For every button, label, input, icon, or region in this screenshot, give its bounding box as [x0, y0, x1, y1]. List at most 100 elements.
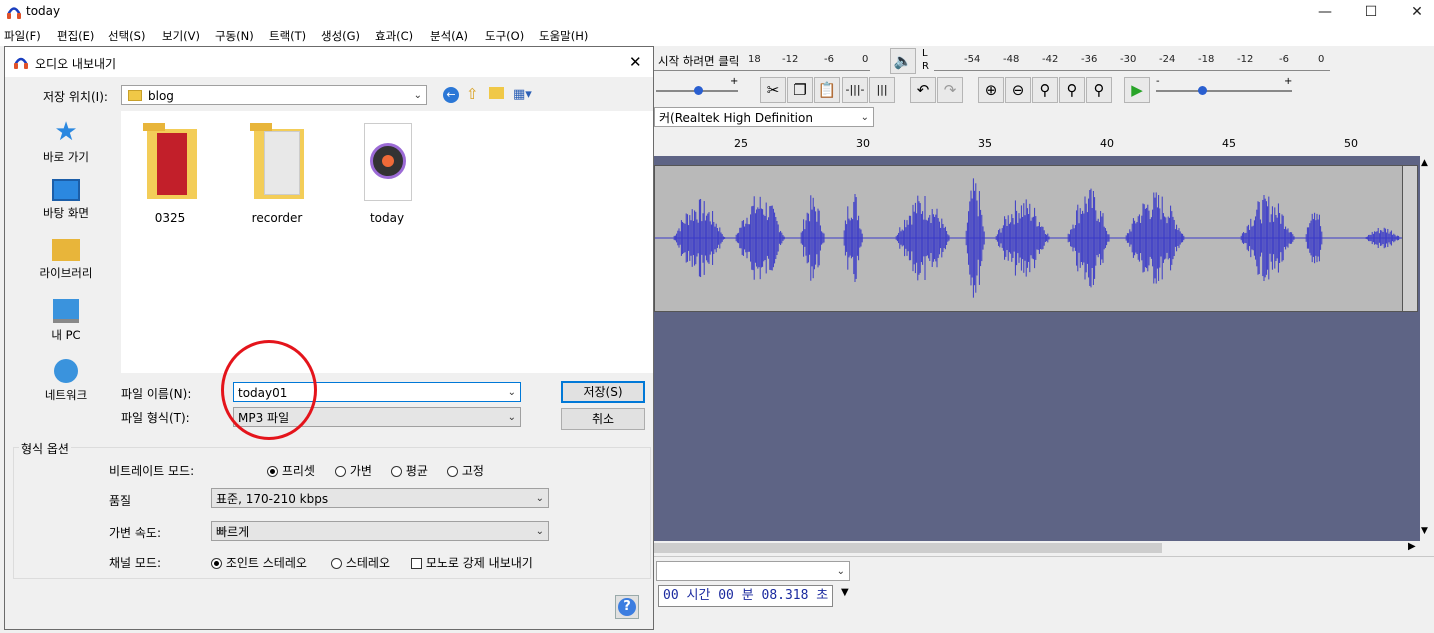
fit-project-icon[interactable]: ⚲ — [1059, 77, 1085, 103]
close-window-button[interactable]: ✕ — [1394, 2, 1434, 22]
radio-icon — [211, 558, 222, 569]
menu-analyze[interactable]: 분석(A) — [430, 28, 468, 44]
file-list[interactable]: 0325 recorder today — [121, 111, 653, 373]
folder-icon — [143, 123, 197, 199]
save-button[interactable]: 저장(S) — [561, 381, 645, 403]
silence-audio-icon[interactable]: ||| — [869, 77, 895, 103]
playback-device-combo[interactable]: 커(Realtek High Definition ⌄ — [654, 107, 874, 127]
trim-audio-icon[interactable]: ‐|||‐ — [842, 77, 868, 103]
record-meter-tick: -12 — [782, 54, 799, 65]
scroll-right-icon[interactable]: ▶ — [1408, 541, 1416, 552]
bitrate-radio-average[interactable]: 평균 — [391, 462, 428, 479]
variable-speed-select[interactable]: 빠르게 ⌄ — [211, 521, 549, 541]
bitrate-radio-variable[interactable]: 가변 — [335, 462, 372, 479]
star-icon: ★ — [54, 117, 78, 147]
zoom-out-icon[interactable]: ⊖ — [1005, 77, 1031, 103]
help-button[interactable]: ? — [615, 595, 639, 619]
vertical-scrollbar[interactable]: ▲ ▼ — [1420, 156, 1434, 541]
place-desktop[interactable]: 바탕 화면 — [13, 179, 119, 221]
menu-effect[interactable]: 효과(C) — [375, 28, 413, 44]
redo-icon[interactable]: ↷ — [937, 77, 963, 103]
cancel-button[interactable]: 취소 — [561, 408, 645, 430]
zoom-toggle-icon[interactable]: ⚲ — [1086, 77, 1112, 103]
record-meter-tick: 18 — [748, 54, 761, 65]
up-folder-icon[interactable]: ⇧ — [466, 85, 479, 103]
audio-file-icon — [360, 123, 414, 201]
undo-icon[interactable]: ↶ — [910, 77, 936, 103]
waveform[interactable] — [655, 166, 1403, 311]
minimize-button[interactable]: — — [1302, 2, 1348, 22]
paste-icon[interactable]: 📋 — [814, 77, 840, 103]
dialog-close-icon[interactable]: ✕ — [629, 53, 642, 71]
quality-select[interactable]: 표준, 170-210 kbps ⌄ — [211, 488, 549, 508]
ruler-tick: 30 — [856, 137, 870, 150]
ruler-tick: 45 — [1222, 137, 1236, 150]
computer-icon — [53, 299, 79, 323]
playback-meter-tick: 0 — [1318, 54, 1325, 65]
play-at-speed-icon[interactable]: ▶ — [1124, 77, 1150, 103]
time-display[interactable]: 00 시간 00 분 08.318 초 — [658, 585, 834, 607]
menu-transport[interactable]: 구동(N) — [215, 28, 254, 44]
bitrate-mode-label: 비트레이트 모드: — [109, 464, 195, 478]
menu-view[interactable]: 보기(V) — [162, 28, 200, 44]
menu-tracks[interactable]: 트랙(T) — [269, 28, 306, 44]
ruler-tick: 35 — [978, 137, 992, 150]
place-this-pc[interactable]: 내 PC — [13, 299, 119, 343]
menu-help[interactable]: 도움말(H) — [539, 28, 588, 44]
back-arrow-icon[interactable]: ← — [443, 87, 459, 103]
timeline-ruler[interactable]: 25 30 35 40 45 50 — [654, 132, 1434, 157]
view-menu-icon[interactable]: ▦▾ — [513, 87, 532, 102]
time-format-dropdown-icon[interactable]: ▼ — [841, 587, 849, 598]
playback-speed-slider[interactable] — [1156, 90, 1292, 92]
network-icon — [54, 359, 78, 383]
audio-track[interactable] — [654, 165, 1404, 312]
playback-meter-tick: -24 — [1159, 54, 1176, 65]
zoom-in-icon[interactable]: ⊕ — [978, 77, 1004, 103]
place-label: 바로 가기 — [43, 150, 89, 164]
menu-file[interactable]: 파일(F) — [4, 28, 41, 44]
file-item-audio[interactable]: today — [342, 123, 432, 225]
playback-meter-tick: -48 — [1003, 54, 1020, 65]
menu-tools[interactable]: 도구(O) — [485, 28, 524, 44]
checkbox-icon — [411, 558, 422, 569]
format-options-title: 형식 옵션 — [19, 440, 71, 457]
place-label: 바탕 화면 — [43, 206, 89, 220]
scroll-thumb[interactable] — [654, 543, 1162, 553]
record-meter-hint[interactable]: 시작 하려면 클릭 — [658, 53, 739, 69]
bitrate-radio-preset[interactable]: 프리셋 — [267, 462, 315, 479]
save-location-combo[interactable]: blog ⌄ — [121, 85, 427, 105]
horizontal-scrollbar[interactable]: ▶ — [654, 541, 1420, 555]
dialog-title-bar: 오디오 내보내기 ✕ — [5, 47, 653, 77]
filename-label: 파일 이름(N): — [121, 387, 192, 401]
scroll-up-icon[interactable]: ▲ — [1421, 158, 1428, 168]
new-folder-icon[interactable] — [489, 87, 504, 99]
window-title: today — [26, 4, 61, 18]
chevron-down-icon: ⌄ — [836, 566, 845, 577]
file-item-folder[interactable]: recorder — [232, 123, 322, 225]
speaker-icon[interactable]: 🔈 — [890, 48, 916, 74]
playback-meter-tick: -6 — [1279, 54, 1289, 65]
file-item-folder[interactable]: 0325 — [125, 123, 215, 225]
slider-thumb[interactable] — [1198, 86, 1207, 95]
channel-radio-stereo[interactable]: 스테레오 — [331, 554, 390, 571]
place-network[interactable]: 네트워크 — [13, 359, 119, 403]
menu-edit[interactable]: 편집(E) — [57, 28, 94, 44]
copy-icon[interactable]: ❐ — [787, 77, 813, 103]
channel-radio-joint-stereo[interactable]: 조인트 스테레오 — [211, 554, 307, 571]
bitrate-radio-constant[interactable]: 고정 — [447, 462, 484, 479]
scroll-down-icon[interactable]: ▼ — [1421, 526, 1428, 536]
fit-selection-icon[interactable]: ⚲ — [1032, 77, 1058, 103]
ruler-tick: 50 — [1344, 137, 1358, 150]
snap-combo[interactable]: ⌄ — [656, 561, 850, 581]
menu-generate[interactable]: 생성(G) — [321, 28, 360, 44]
menu-select[interactable]: 선택(S) — [108, 28, 145, 44]
place-quick-access[interactable]: ★ 바로 가기 — [13, 119, 119, 165]
chevron-down-icon: ⌄ — [860, 112, 869, 123]
force-mono-checkbox[interactable]: 모노로 강제 내보내기 — [411, 554, 533, 571]
meter-left-label: L — [922, 48, 928, 59]
cut-icon[interactable]: ✂ — [760, 77, 786, 103]
slider-thumb[interactable] — [694, 86, 703, 95]
place-library[interactable]: 라이브러리 — [13, 239, 119, 281]
place-label: 네트워크 — [44, 388, 88, 402]
maximize-button[interactable]: ☐ — [1348, 2, 1394, 22]
